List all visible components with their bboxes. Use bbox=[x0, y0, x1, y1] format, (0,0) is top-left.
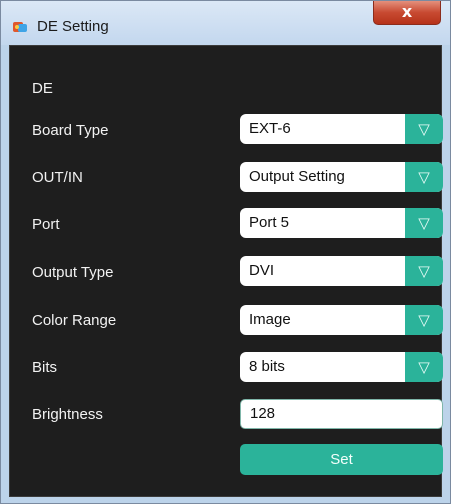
color-range-label: Color Range bbox=[32, 312, 117, 329]
window-title: DE Setting bbox=[37, 18, 109, 35]
board-type-select[interactable]: EXT-6 ▽ bbox=[240, 114, 443, 144]
de-setting-window: DE Setting x DE Board Type EXT-6 ▽ OUT/I… bbox=[0, 0, 451, 504]
brightness-value: 128 bbox=[250, 405, 276, 422]
app-icon bbox=[13, 22, 27, 32]
board-type-value: EXT-6 bbox=[249, 120, 291, 137]
close-button[interactable]: x bbox=[373, 1, 441, 25]
bits-value: 8 bits bbox=[249, 358, 285, 375]
brightness-label: Brightness bbox=[32, 406, 103, 423]
port-dropdown-icon[interactable]: ▽ bbox=[405, 208, 443, 238]
bits-label: Bits bbox=[32, 359, 58, 376]
set-button[interactable]: Set bbox=[240, 444, 443, 475]
color-range-value: Image bbox=[249, 311, 291, 328]
port-value: Port 5 bbox=[249, 214, 290, 231]
output-type-value: DVI bbox=[249, 262, 275, 279]
section-label-de: DE bbox=[32, 80, 53, 97]
output-type-label: Output Type bbox=[32, 264, 114, 281]
board-type-label: Board Type bbox=[32, 122, 109, 139]
settings-panel: DE Board Type EXT-6 ▽ OUT/IN Output Sett… bbox=[9, 45, 443, 497]
bits-dropdown-icon[interactable]: ▽ bbox=[405, 352, 443, 382]
bits-select[interactable]: 8 bits ▽ bbox=[240, 352, 443, 382]
out-in-dropdown-icon[interactable]: ▽ bbox=[405, 162, 443, 192]
port-label: Port bbox=[32, 216, 60, 233]
close-icon: x bbox=[401, 2, 413, 21]
out-in-label: OUT/IN bbox=[32, 169, 83, 186]
output-type-dropdown-icon[interactable]: ▽ bbox=[405, 256, 443, 286]
board-type-dropdown-icon[interactable]: ▽ bbox=[405, 114, 443, 144]
color-range-select[interactable]: Image ▽ bbox=[240, 305, 443, 335]
title-bar[interactable]: DE Setting x bbox=[1, 1, 450, 45]
port-select[interactable]: Port 5 ▽ bbox=[240, 208, 443, 238]
output-type-select[interactable]: DVI ▽ bbox=[240, 256, 443, 286]
out-in-select[interactable]: Output Setting ▽ bbox=[240, 162, 443, 192]
brightness-input[interactable]: 128 bbox=[240, 399, 443, 429]
out-in-value: Output Setting bbox=[249, 168, 345, 185]
color-range-dropdown-icon[interactable]: ▽ bbox=[405, 305, 443, 335]
